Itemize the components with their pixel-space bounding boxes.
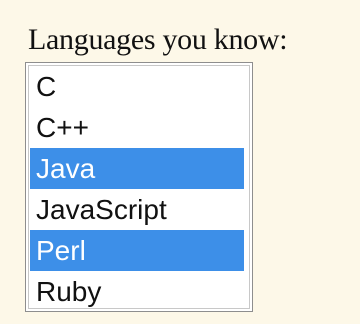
languages-multiselect-listbox[interactable]: C C++ Java JavaScript Perl Ruby: [25, 62, 253, 312]
option-c[interactable]: C: [30, 66, 244, 107]
option-javascript[interactable]: JavaScript: [30, 189, 244, 230]
option-cpp[interactable]: C++: [30, 107, 244, 148]
option-java[interactable]: Java: [30, 148, 244, 189]
option-perl[interactable]: Perl: [30, 230, 244, 271]
languages-label: Languages you know:: [28, 23, 288, 56]
option-ruby[interactable]: Ruby: [30, 271, 244, 312]
